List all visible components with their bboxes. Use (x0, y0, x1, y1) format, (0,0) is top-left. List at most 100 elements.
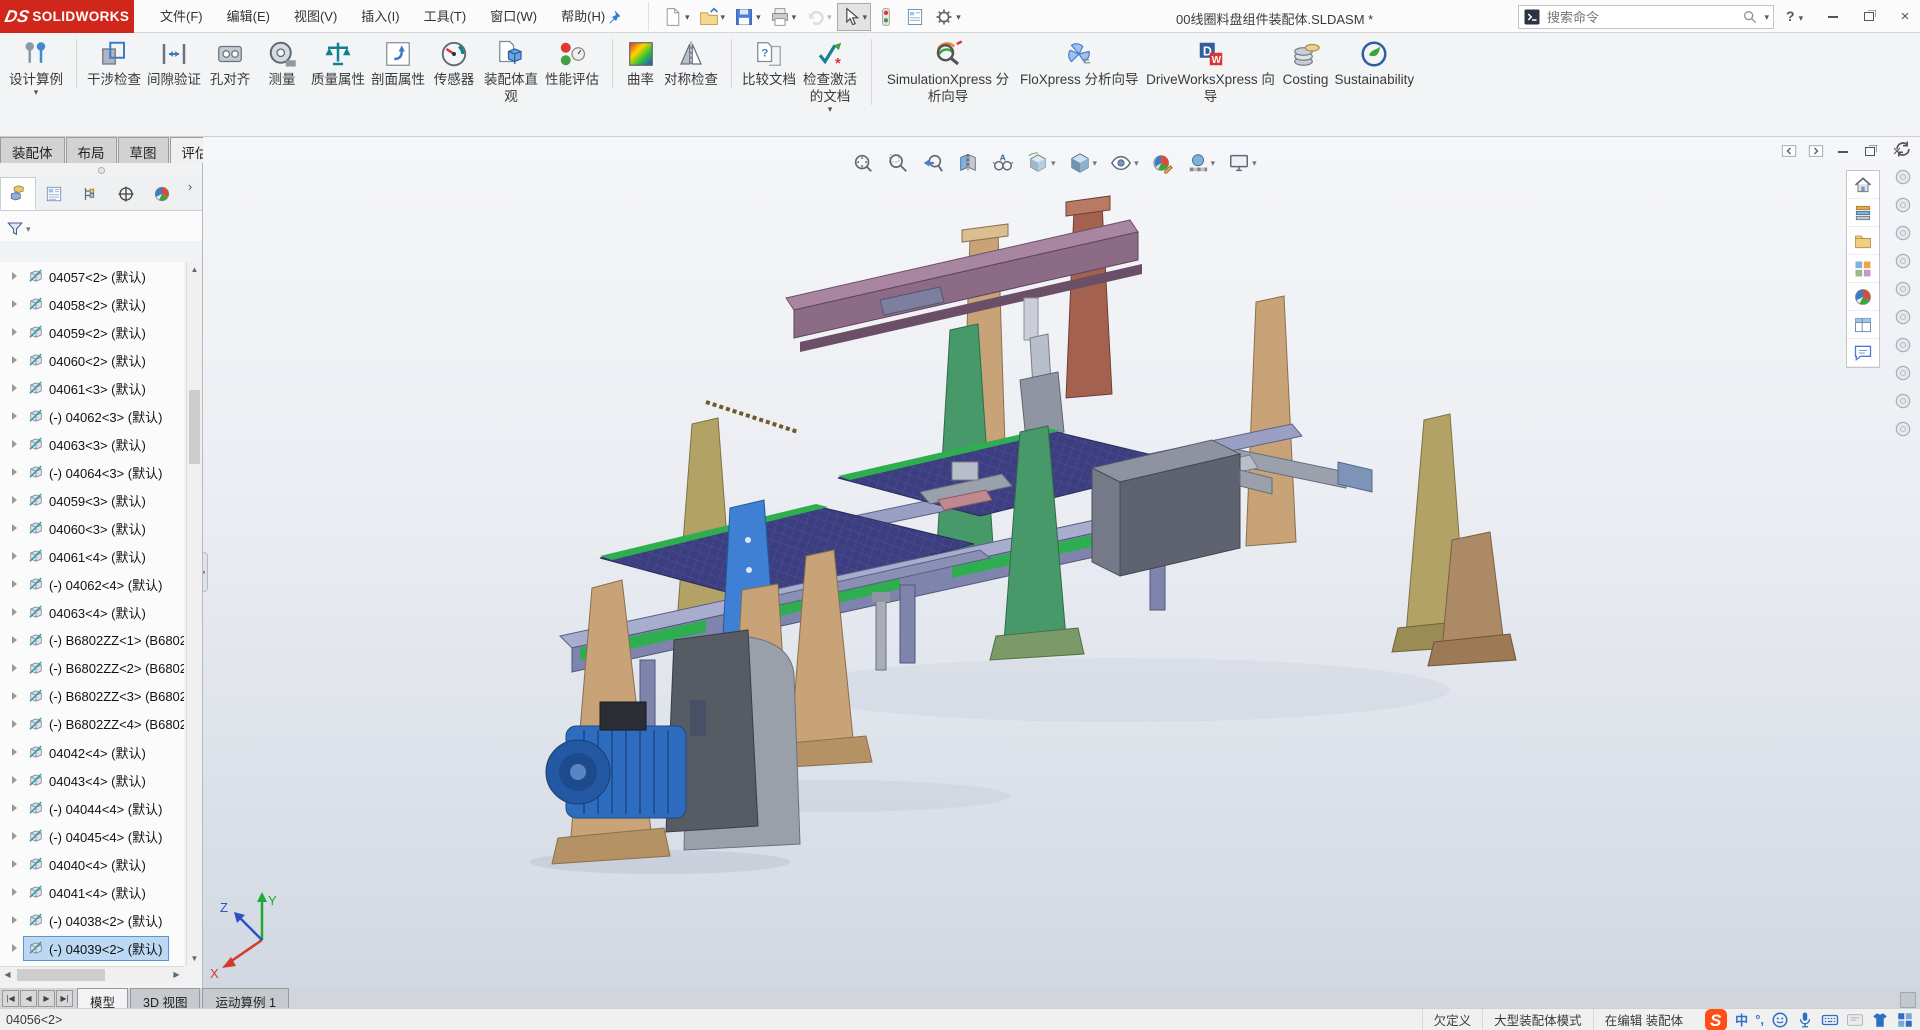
tree-item[interactable]: 04061<3> (默认) (0, 374, 184, 402)
expand-arrow-icon[interactable] (12, 776, 17, 784)
tree-item[interactable]: 04043<4> (默认) (0, 766, 184, 794)
graphics-viewport[interactable]: Y X Z (203, 137, 1920, 988)
help-button[interactable]: ?▾ (1786, 8, 1803, 24)
menu-item[interactable]: 窗口(W) (478, 0, 549, 33)
tree-item[interactable]: 04042<4> (默认) (0, 738, 184, 766)
menu-item[interactable]: 文件(F) (148, 0, 215, 33)
design-study-button[interactable]: 设计算例 ▾ (9, 39, 63, 96)
tree-item[interactable]: 04041<4> (默认) (0, 878, 184, 906)
expand-arrow-icon[interactable] (12, 860, 17, 868)
display-style-button[interactable]: ▾ (1067, 150, 1100, 176)
view-control[interactable] (1893, 419, 1913, 439)
costing-button[interactable]: Costing ▾ (1283, 39, 1329, 88)
save-button[interactable]: ▾ (730, 3, 765, 31)
close-button[interactable]: × (1894, 6, 1916, 26)
zoom-to-area-button[interactable]: ▾ (885, 150, 911, 176)
pin-icon[interactable] (606, 8, 622, 25)
previous-view-button[interactable]: ▾ (920, 150, 946, 176)
expand-arrow-icon[interactable] (12, 356, 17, 364)
interference-check-button[interactable]: 干涉检查 ▾ (76, 39, 141, 88)
search-icon[interactable] (1742, 9, 1758, 25)
next-pane-icon[interactable] (1807, 142, 1825, 160)
file-properties-button[interactable]: ▾ (901, 3, 929, 31)
menu-item[interactable]: 插入(I) (349, 0, 411, 33)
view-settings-button[interactable]: ▾ (1226, 150, 1259, 176)
doc-restore-button[interactable] (1861, 141, 1879, 161)
minimize-button[interactable] (1822, 6, 1844, 26)
compare-documents-button[interactable]: 比较文档 ▾ (731, 39, 796, 88)
measure-button[interactable]: 测量 ▾ (259, 39, 305, 88)
simulationxpress-wizard-button[interactable]: SimulationXpress 分析向导 ▾ (871, 39, 1014, 105)
filter-icon[interactable] (6, 220, 24, 238)
propertymanager-tab[interactable] (36, 177, 72, 210)
expand-arrow-icon[interactable] (12, 748, 17, 756)
tree-vertical-scrollbar[interactable]: ▲ ▼ (186, 262, 202, 966)
view-control[interactable] (1893, 335, 1913, 355)
dimxpert-tab[interactable] (108, 177, 144, 210)
tree-horizontal-scrollbar[interactable]: ◀ ▶ (0, 966, 184, 983)
expand-arrow-icon[interactable] (12, 664, 17, 672)
panel-grip[interactable] (0, 163, 202, 177)
resources-tab[interactable] (1847, 171, 1879, 199)
floxpress-wizard-button[interactable]: FloXpress 分析向导 ▾ (1020, 39, 1139, 88)
driveworksxpress-wizard-button[interactable]: DriveWorksXpress 向导 ▾ (1145, 39, 1277, 105)
expand-arrow-icon[interactable] (12, 720, 17, 728)
previous-pane-icon[interactable] (1780, 142, 1798, 160)
command-search[interactable]: ▾ (1518, 5, 1774, 29)
expand-arrow-icon[interactable] (12, 272, 17, 280)
new-file-button[interactable]: ▾ (659, 3, 694, 31)
next-tab-button[interactable]: ▶ (38, 990, 55, 1007)
expand-arrow-icon[interactable] (12, 832, 17, 840)
check-active-document-button[interactable]: 检查激活的文档 ▾ (802, 39, 858, 113)
tab-layout[interactable]: 布局 (66, 137, 117, 163)
view-control[interactable] (1893, 223, 1913, 243)
tree-item[interactable]: (-) B6802ZZ<4> (B6802 (0, 710, 184, 738)
expand-arrow-icon[interactable] (12, 636, 17, 644)
assembly-visualization-button[interactable]: 装配体直观 ▾ (483, 39, 539, 105)
tree-item[interactable]: 04040<4> (默认) (0, 850, 184, 878)
expand-arrow-icon[interactable] (12, 496, 17, 504)
tree-item[interactable]: 04060<2> (默认) (0, 346, 184, 374)
filter-caret-icon[interactable]: ▾ (26, 225, 31, 233)
ime-toolbox[interactable] (1846, 1011, 1864, 1029)
ime-punctuation[interactable]: °, (1755, 1012, 1764, 1027)
expand-arrow-icon[interactable] (12, 328, 17, 336)
scroll-down-icon[interactable]: ▼ (187, 951, 202, 966)
print-button[interactable]: ▾ (766, 3, 801, 31)
tree-item[interactable]: 04059<2> (默认) (0, 318, 184, 346)
file-explorer-tab[interactable] (1847, 227, 1879, 255)
view-control[interactable] (1893, 363, 1913, 383)
menu-item[interactable]: 编辑(E) (215, 0, 282, 33)
tree-item[interactable]: 04059<3> (默认) (0, 486, 184, 514)
expand-arrow-icon[interactable] (12, 384, 17, 392)
tree-item[interactable]: 04060<3> (默认) (0, 514, 184, 542)
scroll-left-icon[interactable]: ◀ (0, 967, 15, 983)
first-tab-button[interactable]: |◀ (2, 990, 19, 1007)
custom-properties-tab[interactable] (1847, 311, 1879, 339)
select-button[interactable]: ▾ (837, 3, 872, 31)
last-tab-button[interactable]: ▶| (56, 990, 73, 1007)
tree-item[interactable]: (-) B6802ZZ<3> (B6802 (0, 682, 184, 710)
restore-button[interactable] (1858, 6, 1880, 26)
menu-item[interactable]: 视图(V) (282, 0, 349, 33)
view-control[interactable] (1893, 279, 1913, 299)
mass-properties-button[interactable]: 质量属性 ▾ (311, 39, 365, 88)
motion-study-tab[interactable]: 运动算例 1 (202, 988, 288, 1008)
tree-item[interactable]: (-) B6802ZZ<1> (B6802 (0, 626, 184, 654)
tree-item[interactable]: 04057<2> (默认) (0, 262, 184, 290)
menu-item[interactable]: 工具(T) (412, 0, 479, 33)
configurationmanager-tab[interactable] (72, 177, 108, 210)
view-orientation-button[interactable]: ▾ (1025, 150, 1058, 176)
expand-arrow-icon[interactable] (12, 692, 17, 700)
expand-arrow-icon[interactable] (12, 524, 17, 532)
tree-item[interactable]: 04063<4> (默认) (0, 598, 184, 626)
search-caret-icon[interactable]: ▾ (1764, 13, 1769, 21)
tree-item[interactable]: (-) B6802ZZ<2> (B6802 (0, 654, 184, 682)
clearance-verification-button[interactable]: 间隙验证 ▾ (147, 39, 201, 88)
design-library-tab[interactable] (1847, 199, 1879, 227)
tab-sketch[interactable]: 草图 (118, 137, 169, 163)
expand-arrow-icon[interactable] (12, 468, 17, 476)
tree-item[interactable]: (-) 04039<2> (默认) (0, 934, 184, 962)
prev-tab-button[interactable]: ◀ (20, 990, 37, 1007)
sustainability-button[interactable]: Sustainability ▾ (1335, 39, 1415, 88)
